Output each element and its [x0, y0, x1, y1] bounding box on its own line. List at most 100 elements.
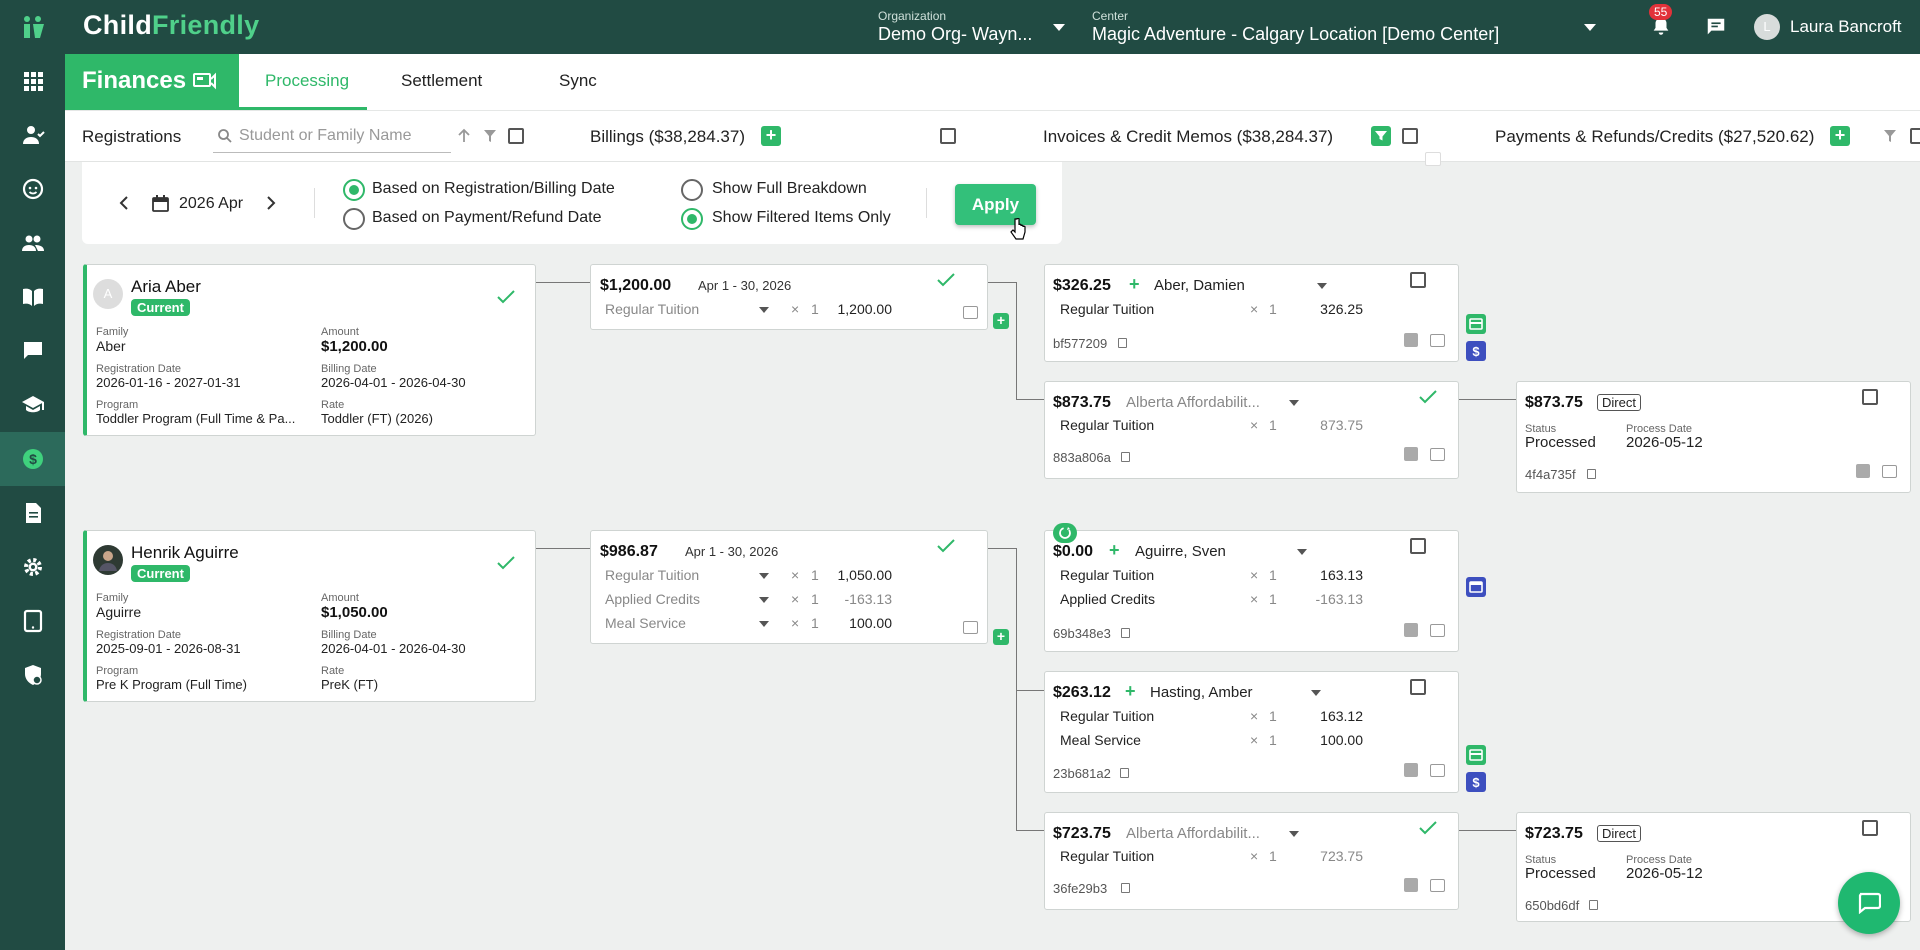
document-icon[interactable] — [1404, 447, 1418, 461]
radio-show-filtered-items-label[interactable]: Show Filtered Items Only — [712, 209, 891, 227]
invoice-payer[interactable]: Alberta Affordabilit... — [1126, 825, 1260, 842]
chevron-down-icon[interactable] — [759, 621, 769, 627]
invoice-checkbox[interactable] — [1410, 272, 1426, 288]
billing-card[interactable]: $1,200.00 Apr 1 - 30, 2026 Regular Tuiti… — [590, 264, 988, 330]
brand-logo[interactable]: ChildFriendly — [83, 10, 259, 41]
copy-icon[interactable] — [1121, 883, 1130, 893]
invoice-payer[interactable]: Aber, Damien — [1154, 277, 1245, 294]
sidebar-item-apps[interactable] — [0, 54, 65, 108]
add-invoice-button[interactable]: + — [993, 313, 1009, 329]
invoice-checkbox[interactable] — [1410, 538, 1426, 554]
sort-ascending-icon[interactable] — [457, 128, 471, 144]
copy-icon[interactable] — [1121, 628, 1130, 638]
chevron-left-icon[interactable] — [119, 196, 129, 210]
document-icon[interactable] — [1404, 623, 1418, 637]
copy-icon[interactable] — [1120, 768, 1129, 778]
add-line-icon[interactable]: + — [1109, 540, 1120, 561]
radio-registration-billing-date-label[interactable]: Based on Registration/Billing Date — [372, 180, 615, 198]
radio-payment-refund-date[interactable] — [343, 208, 365, 230]
tab-sync[interactable]: Sync — [559, 71, 597, 91]
tab-settlement[interactable]: Settlement — [401, 71, 482, 91]
sidebar-item-security[interactable] — [0, 648, 65, 702]
radio-registration-billing-date[interactable] — [343, 179, 365, 201]
sidebar-item-settings[interactable] — [0, 540, 65, 594]
invoice-status-icon[interactable] — [1466, 314, 1486, 334]
center-dropdown-icon[interactable] — [1584, 24, 1596, 31]
registration-card[interactable]: A Aria Aber Current Family Aber Amount $… — [83, 264, 536, 436]
payment-status-icon[interactable]: $ — [1466, 772, 1486, 792]
invoice-card[interactable]: $0.00 + Aguirre, Sven Regular Tuition × … — [1044, 523, 1459, 652]
preview-icon[interactable] — [1882, 465, 1897, 478]
document-icon[interactable] — [1404, 878, 1418, 892]
chevron-down-icon[interactable] — [759, 573, 769, 579]
invoice-card[interactable]: $263.12 + Hasting, Amber Regular Tuition… — [1044, 671, 1459, 793]
payments-select-all-checkbox[interactable] — [1910, 128, 1920, 144]
add-line-icon[interactable]: + — [1129, 274, 1140, 295]
document-icon[interactable] — [1856, 464, 1870, 478]
center-selector[interactable]: Center Magic Adventure - Calgary Locatio… — [1092, 9, 1499, 45]
chevron-down-icon[interactable] — [1289, 400, 1299, 406]
chevron-down-icon[interactable] — [759, 597, 769, 603]
copy-icon[interactable] — [1589, 900, 1598, 910]
preview-icon[interactable] — [1430, 624, 1445, 637]
finance-register-icon[interactable] — [193, 71, 217, 91]
messages-icon[interactable] — [1705, 16, 1727, 38]
org-dropdown-icon[interactable] — [1053, 24, 1065, 31]
sidebar-item-kids[interactable] — [0, 162, 65, 216]
payment-checkbox[interactable] — [1862, 820, 1878, 836]
calendar-icon[interactable] — [152, 195, 169, 212]
chevron-down-icon[interactable] — [759, 307, 769, 313]
invoice-payer[interactable]: Hasting, Amber — [1150, 684, 1253, 701]
sidebar-item-finances[interactable]: $ — [0, 432, 65, 486]
registration-card[interactable]: Henrik Aguirre Current Family Aguirre Am… — [83, 530, 536, 702]
document-icon[interactable] — [1404, 763, 1418, 777]
invoice-status-icon[interactable] — [1466, 745, 1486, 765]
tab-processing[interactable]: Processing — [265, 71, 349, 91]
payment-card[interactable]: $873.75 Direct Status Processed Process … — [1516, 381, 1911, 493]
sidebar-item-children[interactable] — [0, 108, 65, 162]
chevron-down-icon[interactable] — [1297, 549, 1307, 555]
invoices-select-all-checkbox[interactable] — [1402, 128, 1418, 144]
add-payment-button[interactable]: + — [1830, 126, 1850, 146]
radio-show-full-breakdown-label[interactable]: Show Full Breakdown — [712, 180, 867, 198]
copy-icon[interactable] — [1121, 452, 1130, 462]
preview-icon[interactable] — [1430, 764, 1445, 777]
filter-icon[interactable] — [483, 129, 497, 143]
invoice-filter-button[interactable] — [1371, 126, 1391, 146]
chevron-down-icon[interactable] — [1317, 283, 1327, 289]
invoice-payer[interactable]: Aguirre, Sven — [1135, 543, 1226, 560]
chevron-down-icon[interactable] — [1289, 831, 1299, 837]
invoice-card[interactable]: $326.25 + Aber, Damien Regular Tuition ×… — [1044, 264, 1459, 362]
filter-icon[interactable] — [1883, 129, 1897, 143]
sidebar-item-people[interactable] — [0, 216, 65, 270]
sidebar-item-documents[interactable] — [0, 486, 65, 540]
registrations-select-all-checkbox[interactable] — [508, 128, 524, 144]
user-name[interactable]: Laura Bancroft — [1790, 17, 1902, 37]
search-input[interactable] — [239, 123, 444, 149]
sidebar-item-messages[interactable] — [0, 324, 65, 378]
preview-icon[interactable] — [1430, 448, 1445, 461]
add-invoice-button[interactable]: + — [993, 629, 1009, 645]
sync-badge[interactable] — [1053, 523, 1077, 543]
billing-card[interactable]: $986.87 Apr 1 - 30, 2026 Regular Tuition… — [590, 530, 988, 644]
radio-payment-refund-date-label[interactable]: Based on Payment/Refund Date — [372, 209, 601, 227]
copy-icon[interactable] — [1118, 338, 1127, 348]
invoice-card[interactable]: $723.75 Alberta Affordabilit... Regular … — [1044, 812, 1459, 910]
period-label[interactable]: 2026 Apr — [179, 195, 243, 213]
preview-icon[interactable] — [963, 306, 978, 319]
chevron-right-icon[interactable] — [266, 196, 276, 210]
user-avatar[interactable]: L — [1754, 14, 1780, 40]
preview-icon[interactable] — [963, 621, 978, 634]
sidebar-item-tablet[interactable] — [0, 594, 65, 648]
chevron-down-icon[interactable] — [1311, 690, 1321, 696]
radio-show-filtered-items[interactable] — [681, 208, 703, 230]
radio-show-full-breakdown[interactable] — [681, 179, 703, 201]
invoice-payer[interactable]: Alberta Affordabilit... — [1126, 394, 1260, 411]
organization-selector[interactable]: Organization Demo Org- Wayn... — [878, 9, 1032, 45]
invoice-checkbox[interactable] — [1410, 679, 1426, 695]
column-resize-handle[interactable] — [1425, 152, 1441, 166]
payment-checkbox[interactable] — [1862, 389, 1878, 405]
sidebar-item-school[interactable] — [0, 378, 65, 432]
invoice-status-icon[interactable] — [1466, 577, 1486, 597]
payment-status-icon[interactable]: $ — [1466, 341, 1486, 361]
